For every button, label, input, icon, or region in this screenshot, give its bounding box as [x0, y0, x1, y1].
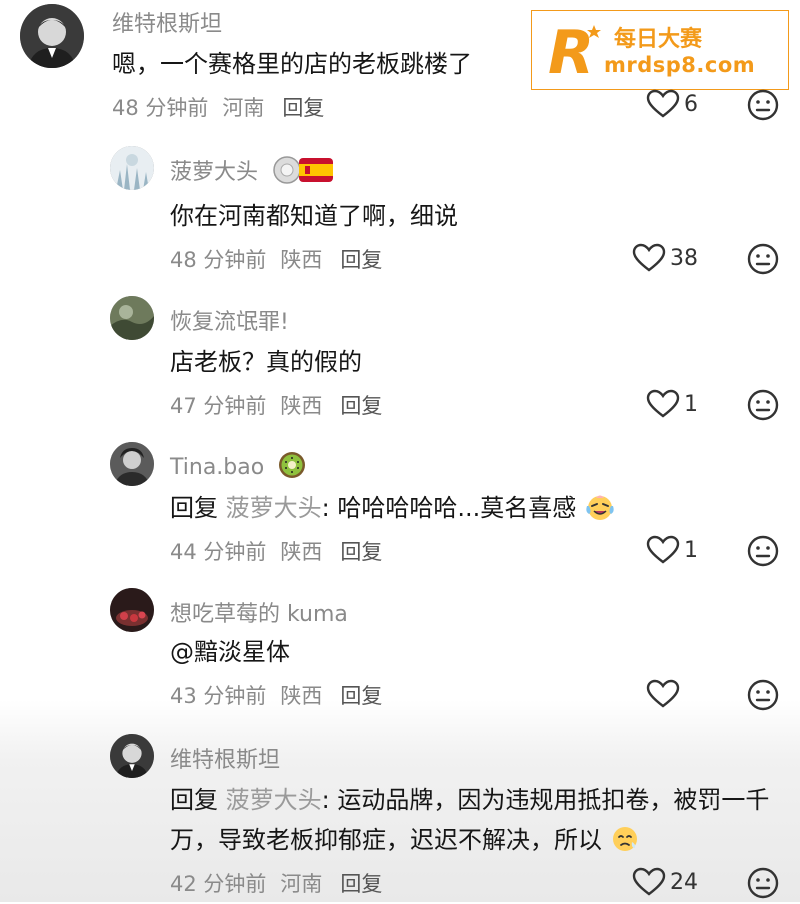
timestamp: 48 分钟前 — [112, 96, 209, 120]
like-button[interactable]: 6 — [646, 89, 704, 119]
like-button[interactable] — [646, 679, 704, 709]
reply-target-username[interactable]: 菠萝大头 — [226, 786, 322, 814]
like-count: 38 — [670, 245, 698, 271]
timestamp: 43 分钟前 — [170, 684, 267, 708]
avatar[interactable] — [110, 146, 154, 190]
timestamp: 48 分钟前 — [170, 248, 267, 272]
location: 陕西 — [280, 394, 323, 418]
username[interactable]: 恢复流氓罪! — [170, 304, 289, 336]
comment-text: 嗯，一个赛格里的店的老板跳楼了 — [112, 50, 472, 78]
sad-face-emoji — [610, 824, 640, 866]
reply-item: 维特根斯坦 回复 菠萝大头: 运动品牌，因为违规用抵扣卷，被罚一千万，导致老板抑… — [0, 728, 800, 902]
reply-button[interactable]: 回复 — [340, 872, 382, 896]
heart-icon — [632, 867, 666, 896]
reply-button[interactable]: 回复 — [340, 394, 382, 418]
reply-item: 想吃草莓的 kuma @黯淡星体 43 分钟前 陕西 回复 — [0, 582, 800, 722]
meh-face-icon — [747, 535, 779, 567]
dislike-button[interactable] — [746, 242, 780, 276]
like-button[interactable]: 38 — [632, 243, 698, 273]
reply-prefix: 回复 — [170, 786, 218, 814]
reply-target-username[interactable]: 菠萝大头 — [226, 494, 322, 522]
reply-button[interactable]: 回复 — [282, 96, 324, 120]
comment-meta: 42 分钟前 河南 回复 — [170, 868, 396, 898]
reply-button[interactable]: 回复 — [340, 248, 382, 272]
comment-meta: 43 分钟前 陕西 回复 — [170, 680, 396, 710]
comment-meta: 47 分钟前 陕西 回复 — [170, 390, 396, 420]
like-button[interactable]: 1 — [646, 389, 704, 419]
laughing-crying-emoji — [584, 492, 616, 534]
meh-face-icon — [747, 243, 779, 275]
meh-face-icon — [747, 89, 779, 121]
reply-button[interactable]: 回复 — [340, 684, 382, 708]
comment-text: 回复 菠萝大头: 哈哈哈哈哈...莫名喜感 — [170, 488, 770, 534]
comment-meta: 48 分钟前 陕西 回复 — [170, 244, 396, 274]
reply-item: 恢复流氓罪! 店老板？真的假的 47 分钟前 陕西 回复 1 — [0, 290, 800, 430]
spain-flag-badge — [271, 154, 335, 192]
reply-item: Tina.bao 回复 菠萝大头: 哈哈哈哈哈...莫名喜感 44 分钟前 陕西… — [0, 436, 800, 576]
like-count: 1 — [684, 391, 698, 417]
like-button[interactable]: 24 — [632, 867, 698, 897]
avatar[interactable] — [110, 442, 154, 486]
comment-meta: 48 分钟前 河南 回复 — [112, 92, 338, 122]
dislike-button[interactable] — [746, 866, 780, 900]
avatar[interactable] — [110, 588, 154, 632]
meh-face-icon — [747, 389, 779, 421]
heart-icon — [646, 89, 680, 118]
location: 陕西 — [280, 248, 323, 272]
meh-face-icon — [747, 867, 779, 899]
comment-text: 店老板？真的假的 — [170, 348, 362, 376]
timestamp: 44 分钟前 — [170, 540, 267, 564]
like-button[interactable]: 1 — [646, 535, 704, 565]
heart-icon — [632, 243, 666, 272]
username[interactable]: 维特根斯坦 — [112, 6, 222, 38]
comment-text: 你在河南都知道了啊，细说 — [170, 202, 458, 230]
timestamp: 47 分钟前 — [170, 394, 267, 418]
like-count: 1 — [684, 537, 698, 563]
comment-text: 回复 菠萝大头: 运动品牌，因为违规用抵扣卷，被罚一千万，导致老板抑郁症，迟迟不… — [170, 780, 770, 866]
dislike-button[interactable] — [746, 388, 780, 422]
comment-text: @黯淡星体 — [170, 638, 290, 666]
comment-item: 维特根斯坦 嗯，一个赛格里的店的老板跳楼了 48 分钟前 河南 回复 6 — [0, 0, 800, 130]
username[interactable]: Tina.bao — [170, 450, 307, 486]
dislike-button[interactable] — [746, 88, 780, 122]
location: 陕西 — [280, 540, 323, 564]
username[interactable]: 菠萝大头 — [170, 154, 335, 192]
like-count: 24 — [670, 869, 698, 895]
dislike-button[interactable] — [746, 534, 780, 568]
location: 河南 — [280, 872, 323, 896]
timestamp: 42 分钟前 — [170, 872, 267, 896]
heart-icon — [646, 389, 680, 418]
location: 河南 — [222, 96, 265, 120]
reply-item: 菠萝大头 你在河南都知道了啊，细说 48 分钟前 陕西 回复 38 — [0, 140, 800, 280]
username[interactable]: 维特根斯坦 — [170, 742, 280, 774]
heart-icon — [646, 679, 680, 708]
username[interactable]: 想吃草莓的 kuma — [170, 596, 348, 628]
like-count: 6 — [684, 91, 698, 117]
comment-meta: 44 分钟前 陕西 回复 — [170, 536, 396, 566]
reply-button[interactable]: 回复 — [340, 540, 382, 564]
kiwi-emoji — [277, 450, 307, 486]
dislike-button[interactable] — [746, 678, 780, 712]
reply-prefix: 回复 — [170, 494, 218, 522]
avatar[interactable] — [20, 4, 84, 68]
meh-face-icon — [747, 679, 779, 711]
avatar[interactable] — [110, 734, 154, 778]
heart-icon — [646, 535, 680, 564]
location: 陕西 — [280, 684, 323, 708]
avatar[interactable] — [110, 296, 154, 340]
